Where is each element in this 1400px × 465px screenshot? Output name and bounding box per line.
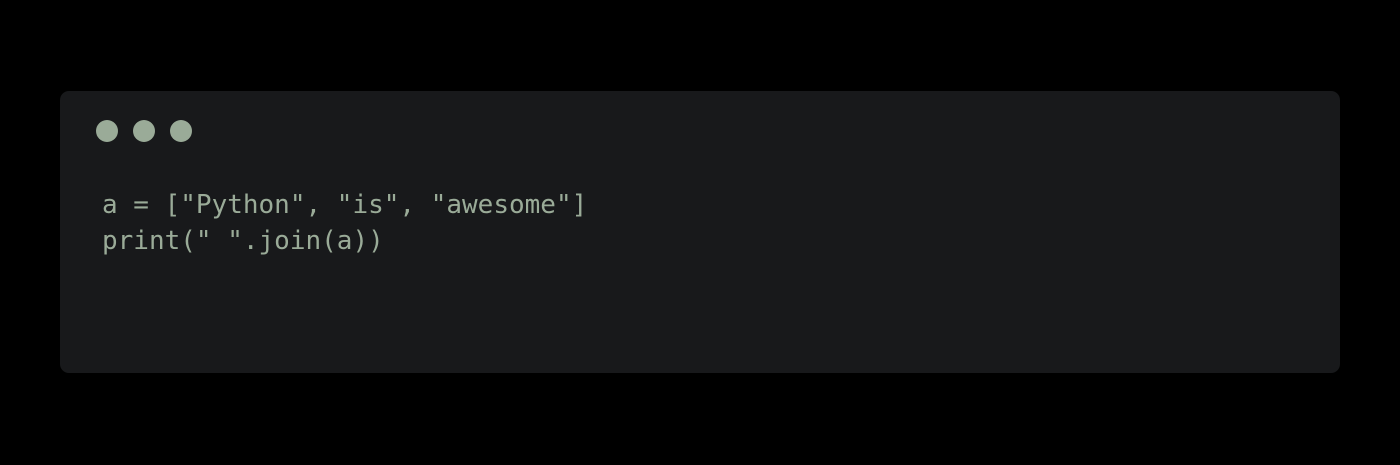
page-background: a = ["Python", "is", "awesome"] print(" "… bbox=[0, 0, 1400, 465]
maximize-dot-icon[interactable] bbox=[170, 120, 192, 142]
close-dot-icon[interactable] bbox=[96, 120, 118, 142]
window-titlebar bbox=[96, 120, 192, 142]
code-line-2: print(" ".join(a)) bbox=[102, 226, 384, 256]
code-block: a = ["Python", "is", "awesome"] print(" "… bbox=[102, 187, 587, 259]
code-line-1: a = ["Python", "is", "awesome"] bbox=[102, 190, 588, 220]
code-window: a = ["Python", "is", "awesome"] print(" "… bbox=[60, 91, 1340, 373]
minimize-dot-icon[interactable] bbox=[133, 120, 155, 142]
